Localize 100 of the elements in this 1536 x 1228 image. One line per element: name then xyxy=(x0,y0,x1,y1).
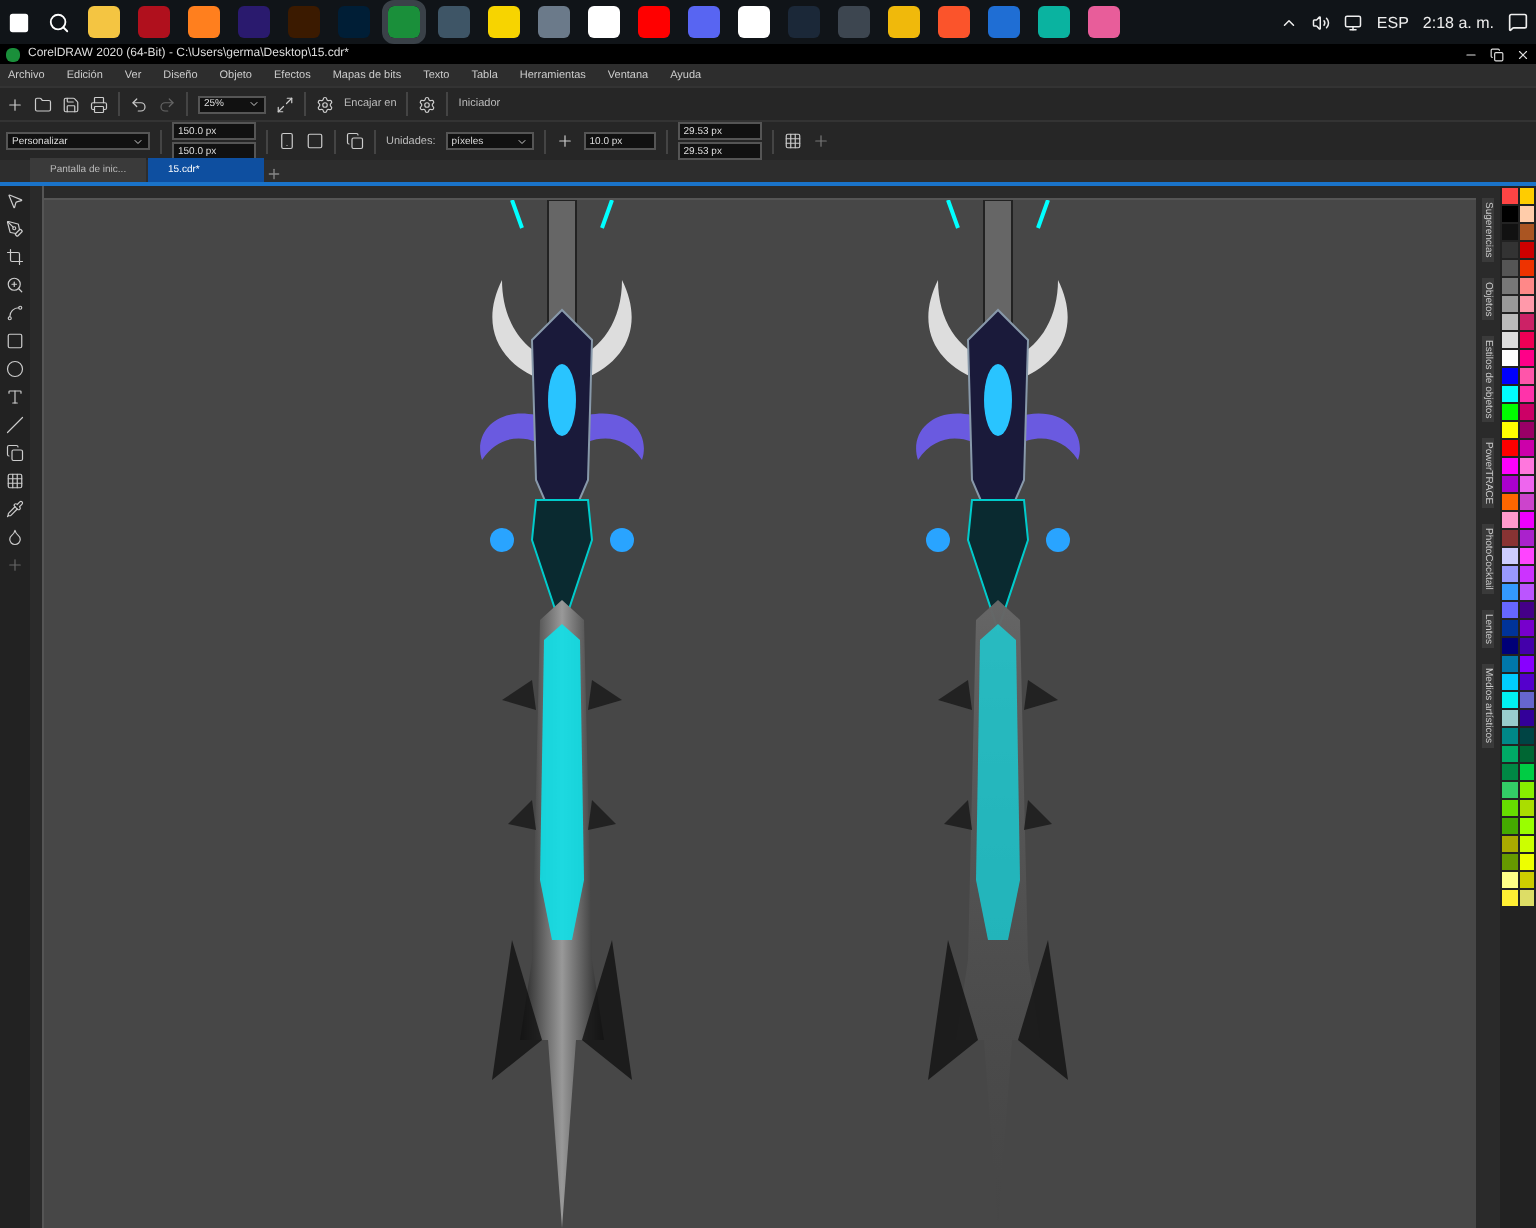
new-tab-icon[interactable] xyxy=(266,166,282,182)
notification-icon[interactable] xyxy=(1508,12,1528,32)
color-swatch[interactable] xyxy=(1519,296,1534,312)
color-swatch[interactable] xyxy=(1519,728,1534,744)
open-folder-icon[interactable] xyxy=(34,95,52,113)
color-swatch[interactable] xyxy=(1519,548,1534,564)
color-swatch[interactable] xyxy=(1519,818,1534,834)
speaker-icon[interactable] xyxy=(1312,13,1331,31)
settings-icon[interactable] xyxy=(316,95,334,113)
color-swatch[interactable] xyxy=(1502,512,1517,528)
color-swatch[interactable] xyxy=(1502,314,1517,330)
color-swatch[interactable] xyxy=(1519,674,1534,690)
color-swatch[interactable] xyxy=(1519,530,1534,546)
taskbar-app-icon[interactable] xyxy=(1038,6,1070,38)
shape-tool-icon[interactable] xyxy=(6,220,24,238)
color-swatch[interactable] xyxy=(1502,422,1517,438)
color-swatch[interactable] xyxy=(1519,422,1534,438)
color-swatch[interactable] xyxy=(1519,836,1534,852)
color-swatch[interactable] xyxy=(1502,782,1517,798)
pointer-tool-icon[interactable] xyxy=(6,192,24,210)
color-swatch[interactable] xyxy=(1502,674,1517,690)
color-swatch[interactable] xyxy=(1519,746,1534,762)
taskbar-app-icon[interactable] xyxy=(888,6,920,38)
undo-icon[interactable] xyxy=(130,95,148,113)
settings-icon[interactable] xyxy=(418,95,437,113)
color-swatch[interactable] xyxy=(1519,260,1534,276)
color-swatch[interactable] xyxy=(1502,386,1517,402)
color-swatch[interactable] xyxy=(1502,818,1517,834)
color-swatch[interactable] xyxy=(1519,710,1534,726)
portrait-icon[interactable] xyxy=(278,132,296,150)
color-swatch[interactable] xyxy=(1502,836,1517,852)
color-swatch[interactable] xyxy=(1502,710,1517,726)
color-swatch[interactable] xyxy=(1519,620,1534,636)
color-swatch[interactable] xyxy=(1502,224,1517,240)
taskbar-app-icon[interactable] xyxy=(588,6,620,38)
add-icon[interactable] xyxy=(811,132,830,150)
clock[interactable]: 2:18 a. m. xyxy=(1422,13,1494,31)
color-swatch[interactable] xyxy=(1502,188,1517,204)
color-swatch[interactable] xyxy=(1519,854,1534,870)
color-swatch[interactable] xyxy=(1502,548,1517,564)
curve-tool-icon[interactable] xyxy=(6,304,24,322)
color-swatch[interactable] xyxy=(1502,692,1517,708)
taskbar-app-icon[interactable] xyxy=(188,6,220,38)
color-swatch[interactable] xyxy=(1502,620,1517,636)
color-swatch[interactable] xyxy=(1502,764,1517,780)
color-swatch[interactable] xyxy=(1519,602,1534,618)
fill-tool-icon[interactable] xyxy=(6,528,24,546)
pages-icon[interactable] xyxy=(346,132,364,150)
color-swatch[interactable] xyxy=(1502,440,1517,456)
color-swatch[interactable] xyxy=(1519,872,1534,888)
color-swatch[interactable] xyxy=(1519,404,1534,420)
color-swatch[interactable] xyxy=(1519,512,1534,528)
color-swatch[interactable] xyxy=(1519,800,1534,816)
color-swatch[interactable] xyxy=(1502,494,1517,510)
color-swatch[interactable] xyxy=(1502,584,1517,600)
color-swatch[interactable] xyxy=(1519,638,1534,654)
landscape-icon[interactable] xyxy=(306,132,324,150)
color-swatch[interactable] xyxy=(1519,476,1534,492)
color-swatch[interactable] xyxy=(1519,278,1534,294)
color-swatch[interactable] xyxy=(1519,368,1534,384)
ellipse-tool-icon[interactable] xyxy=(6,360,24,378)
redo-icon[interactable] xyxy=(158,95,176,113)
color-swatch[interactable] xyxy=(1502,278,1517,294)
color-swatch[interactable] xyxy=(1519,188,1534,204)
color-swatch[interactable] xyxy=(1502,638,1517,654)
taskbar-app-icon[interactable] xyxy=(88,6,120,38)
color-swatch[interactable] xyxy=(1519,656,1534,672)
color-swatch[interactable] xyxy=(1519,584,1534,600)
windows-start-icon[interactable] xyxy=(8,11,30,33)
taskbar-app-icon[interactable] xyxy=(488,6,520,38)
color-swatch[interactable] xyxy=(1502,800,1517,816)
color-swatch[interactable] xyxy=(1502,350,1517,366)
color-swatch[interactable] xyxy=(1519,890,1534,906)
color-swatch[interactable] xyxy=(1502,656,1517,672)
save-icon[interactable] xyxy=(62,95,80,113)
color-swatch[interactable] xyxy=(1519,764,1534,780)
restore-icon[interactable] xyxy=(1490,47,1504,61)
color-swatch[interactable] xyxy=(1502,206,1517,222)
zoom-tool-icon[interactable] xyxy=(6,276,24,294)
color-swatch[interactable] xyxy=(1519,224,1534,240)
color-swatch[interactable] xyxy=(1502,530,1517,546)
color-swatch[interactable] xyxy=(1502,566,1517,582)
color-swatch[interactable] xyxy=(1519,494,1534,510)
taskbar-app-icon[interactable] xyxy=(738,6,770,38)
color-swatch[interactable] xyxy=(1502,242,1517,258)
print-icon[interactable] xyxy=(90,95,108,113)
text-tool-icon[interactable] xyxy=(6,388,24,406)
color-swatch[interactable] xyxy=(1502,458,1517,474)
color-swatch[interactable] xyxy=(1502,332,1517,348)
color-swatch[interactable] xyxy=(1502,476,1517,492)
rectangle-tool-icon[interactable] xyxy=(6,332,24,350)
color-swatch[interactable] xyxy=(1519,350,1534,366)
color-swatch[interactable] xyxy=(1519,458,1534,474)
crop-tool-icon[interactable] xyxy=(6,248,24,266)
color-swatch[interactable] xyxy=(1519,440,1534,456)
color-swatch[interactable] xyxy=(1502,728,1517,744)
color-swatch[interactable] xyxy=(1502,260,1517,276)
color-swatch[interactable] xyxy=(1519,692,1534,708)
eyedropper-tool-icon[interactable] xyxy=(6,500,24,518)
color-swatch[interactable] xyxy=(1519,332,1534,348)
